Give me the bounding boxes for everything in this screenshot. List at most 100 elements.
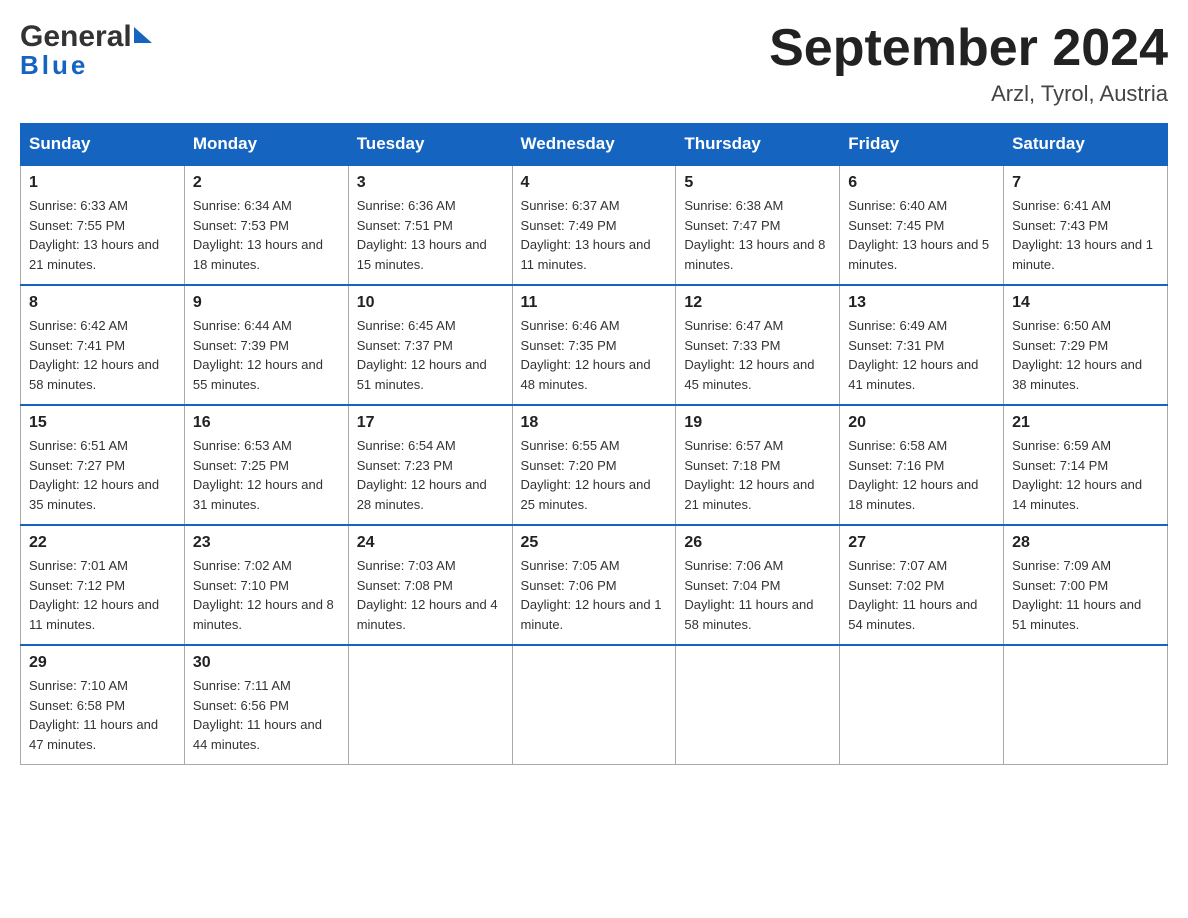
table-row: 29 Sunrise: 7:10 AM Sunset: 6:58 PM Dayl… (21, 645, 185, 765)
day-number: 21 (1012, 414, 1159, 432)
logo-general: General (20, 20, 152, 54)
table-row: 1 Sunrise: 6:33 AM Sunset: 7:55 PM Dayli… (21, 165, 185, 285)
table-row: 2 Sunrise: 6:34 AM Sunset: 7:53 PM Dayli… (184, 165, 348, 285)
header-wednesday: Wednesday (512, 124, 676, 166)
day-info: Sunrise: 6:40 AM Sunset: 7:45 PM Dayligh… (848, 196, 995, 274)
day-number: 6 (848, 174, 995, 192)
day-info: Sunrise: 6:37 AM Sunset: 7:49 PM Dayligh… (521, 196, 668, 274)
day-number: 19 (684, 414, 831, 432)
header-friday: Friday (840, 124, 1004, 166)
table-row: 8 Sunrise: 6:42 AM Sunset: 7:41 PM Dayli… (21, 285, 185, 405)
table-row: 10 Sunrise: 6:45 AM Sunset: 7:37 PM Dayl… (348, 285, 512, 405)
header-monday: Monday (184, 124, 348, 166)
day-number: 1 (29, 174, 176, 192)
logo-blue-text: Blue (20, 50, 88, 81)
day-info: Sunrise: 7:10 AM Sunset: 6:58 PM Dayligh… (29, 676, 176, 754)
day-number: 24 (357, 534, 504, 552)
calendar-week-row: 15 Sunrise: 6:51 AM Sunset: 7:27 PM Dayl… (21, 405, 1168, 525)
table-row: 22 Sunrise: 7:01 AM Sunset: 7:12 PM Dayl… (21, 525, 185, 645)
day-info: Sunrise: 6:45 AM Sunset: 7:37 PM Dayligh… (357, 316, 504, 394)
table-row: 26 Sunrise: 7:06 AM Sunset: 7:04 PM Dayl… (676, 525, 840, 645)
header-tuesday: Tuesday (348, 124, 512, 166)
day-info: Sunrise: 7:05 AM Sunset: 7:06 PM Dayligh… (521, 556, 668, 634)
day-number: 25 (521, 534, 668, 552)
day-number: 22 (29, 534, 176, 552)
title-area: September 2024 Arzl, Tyrol, Austria (769, 20, 1168, 107)
calendar-week-row: 1 Sunrise: 6:33 AM Sunset: 7:55 PM Dayli… (21, 165, 1168, 285)
table-row: 6 Sunrise: 6:40 AM Sunset: 7:45 PM Dayli… (840, 165, 1004, 285)
day-number: 14 (1012, 294, 1159, 312)
table-row (512, 645, 676, 765)
day-info: Sunrise: 6:34 AM Sunset: 7:53 PM Dayligh… (193, 196, 340, 274)
table-row: 27 Sunrise: 7:07 AM Sunset: 7:02 PM Dayl… (840, 525, 1004, 645)
day-number: 4 (521, 174, 668, 192)
day-number: 27 (848, 534, 995, 552)
day-info: Sunrise: 7:11 AM Sunset: 6:56 PM Dayligh… (193, 676, 340, 754)
day-number: 18 (521, 414, 668, 432)
weekday-header-row: Sunday Monday Tuesday Wednesday Thursday… (21, 124, 1168, 166)
day-info: Sunrise: 7:06 AM Sunset: 7:04 PM Dayligh… (684, 556, 831, 634)
day-number: 9 (193, 294, 340, 312)
day-info: Sunrise: 7:02 AM Sunset: 7:10 PM Dayligh… (193, 556, 340, 634)
location: Arzl, Tyrol, Austria (769, 81, 1168, 107)
day-number: 7 (1012, 174, 1159, 192)
table-row: 4 Sunrise: 6:37 AM Sunset: 7:49 PM Dayli… (512, 165, 676, 285)
day-info: Sunrise: 7:09 AM Sunset: 7:00 PM Dayligh… (1012, 556, 1159, 634)
table-row: 12 Sunrise: 6:47 AM Sunset: 7:33 PM Dayl… (676, 285, 840, 405)
header-thursday: Thursday (676, 124, 840, 166)
day-info: Sunrise: 6:33 AM Sunset: 7:55 PM Dayligh… (29, 196, 176, 274)
table-row: 20 Sunrise: 6:58 AM Sunset: 7:16 PM Dayl… (840, 405, 1004, 525)
logo: General Blue (20, 20, 152, 81)
logo-arrow-icon (134, 27, 152, 43)
calendar-table: Sunday Monday Tuesday Wednesday Thursday… (20, 123, 1168, 765)
table-row: 24 Sunrise: 7:03 AM Sunset: 7:08 PM Dayl… (348, 525, 512, 645)
day-info: Sunrise: 7:01 AM Sunset: 7:12 PM Dayligh… (29, 556, 176, 634)
table-row (348, 645, 512, 765)
table-row: 13 Sunrise: 6:49 AM Sunset: 7:31 PM Dayl… (840, 285, 1004, 405)
calendar-week-row: 8 Sunrise: 6:42 AM Sunset: 7:41 PM Dayli… (21, 285, 1168, 405)
day-info: Sunrise: 6:47 AM Sunset: 7:33 PM Dayligh… (684, 316, 831, 394)
table-row: 25 Sunrise: 7:05 AM Sunset: 7:06 PM Dayl… (512, 525, 676, 645)
day-info: Sunrise: 7:03 AM Sunset: 7:08 PM Dayligh… (357, 556, 504, 634)
day-info: Sunrise: 6:44 AM Sunset: 7:39 PM Dayligh… (193, 316, 340, 394)
table-row: 15 Sunrise: 6:51 AM Sunset: 7:27 PM Dayl… (21, 405, 185, 525)
day-number: 11 (521, 294, 668, 312)
logo-general-text: General (20, 20, 132, 54)
day-info: Sunrise: 6:53 AM Sunset: 7:25 PM Dayligh… (193, 436, 340, 514)
table-row: 14 Sunrise: 6:50 AM Sunset: 7:29 PM Dayl… (1004, 285, 1168, 405)
day-info: Sunrise: 6:38 AM Sunset: 7:47 PM Dayligh… (684, 196, 831, 274)
day-number: 17 (357, 414, 504, 432)
table-row: 19 Sunrise: 6:57 AM Sunset: 7:18 PM Dayl… (676, 405, 840, 525)
day-info: Sunrise: 6:36 AM Sunset: 7:51 PM Dayligh… (357, 196, 504, 274)
day-info: Sunrise: 6:59 AM Sunset: 7:14 PM Dayligh… (1012, 436, 1159, 514)
day-info: Sunrise: 6:58 AM Sunset: 7:16 PM Dayligh… (848, 436, 995, 514)
day-number: 20 (848, 414, 995, 432)
table-row: 3 Sunrise: 6:36 AM Sunset: 7:51 PM Dayli… (348, 165, 512, 285)
table-row: 30 Sunrise: 7:11 AM Sunset: 6:56 PM Dayl… (184, 645, 348, 765)
header-saturday: Saturday (1004, 124, 1168, 166)
table-row: 17 Sunrise: 6:54 AM Sunset: 7:23 PM Dayl… (348, 405, 512, 525)
day-info: Sunrise: 6:54 AM Sunset: 7:23 PM Dayligh… (357, 436, 504, 514)
day-info: Sunrise: 6:55 AM Sunset: 7:20 PM Dayligh… (521, 436, 668, 514)
day-info: Sunrise: 6:49 AM Sunset: 7:31 PM Dayligh… (848, 316, 995, 394)
table-row: 11 Sunrise: 6:46 AM Sunset: 7:35 PM Dayl… (512, 285, 676, 405)
day-info: Sunrise: 6:42 AM Sunset: 7:41 PM Dayligh… (29, 316, 176, 394)
table-row (840, 645, 1004, 765)
page-header: General Blue September 2024 Arzl, Tyrol,… (20, 20, 1168, 107)
table-row (676, 645, 840, 765)
calendar-week-row: 29 Sunrise: 7:10 AM Sunset: 6:58 PM Dayl… (21, 645, 1168, 765)
table-row: 18 Sunrise: 6:55 AM Sunset: 7:20 PM Dayl… (512, 405, 676, 525)
day-info: Sunrise: 6:50 AM Sunset: 7:29 PM Dayligh… (1012, 316, 1159, 394)
day-number: 16 (193, 414, 340, 432)
day-info: Sunrise: 6:46 AM Sunset: 7:35 PM Dayligh… (521, 316, 668, 394)
day-number: 8 (29, 294, 176, 312)
table-row: 16 Sunrise: 6:53 AM Sunset: 7:25 PM Dayl… (184, 405, 348, 525)
table-row: 28 Sunrise: 7:09 AM Sunset: 7:00 PM Dayl… (1004, 525, 1168, 645)
table-row (1004, 645, 1168, 765)
day-number: 2 (193, 174, 340, 192)
day-number: 26 (684, 534, 831, 552)
day-number: 29 (29, 654, 176, 672)
day-number: 3 (357, 174, 504, 192)
table-row: 23 Sunrise: 7:02 AM Sunset: 7:10 PM Dayl… (184, 525, 348, 645)
calendar-week-row: 22 Sunrise: 7:01 AM Sunset: 7:12 PM Dayl… (21, 525, 1168, 645)
